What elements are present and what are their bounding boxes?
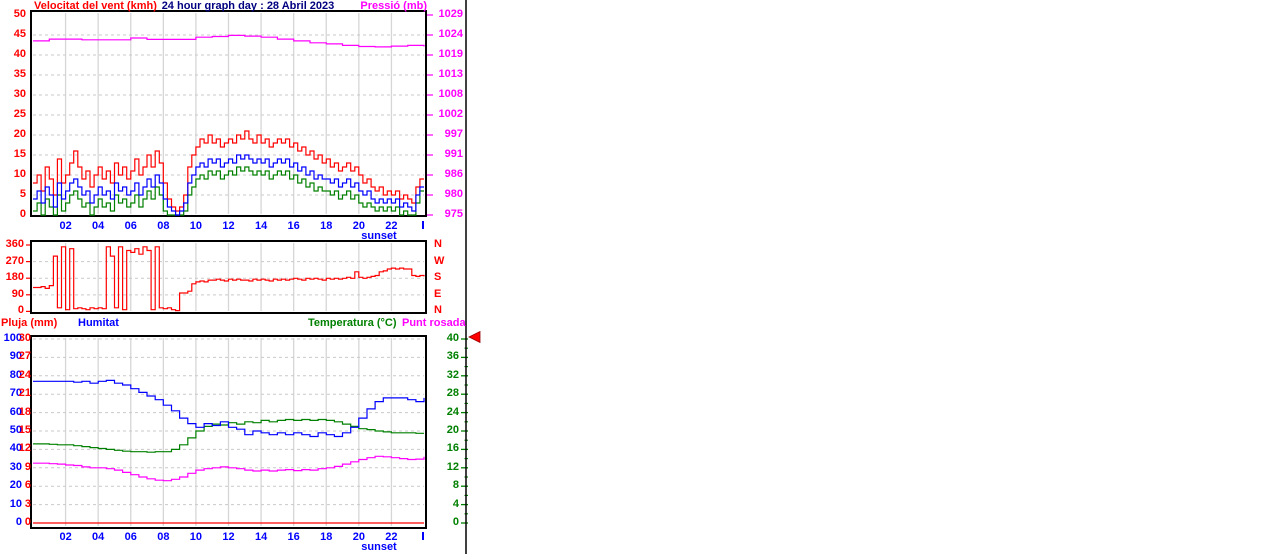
temperature-axis-tick: 8 bbox=[452, 479, 459, 492]
direction-axis-tick: 180 bbox=[5, 271, 24, 284]
pressure-axis-tick: 1019 bbox=[438, 48, 463, 60]
wind-axis-tick: 30 bbox=[13, 88, 26, 100]
hour-label: 14 bbox=[254, 220, 268, 232]
hour-label: 12 bbox=[222, 220, 235, 232]
wind-axis-tick: 35 bbox=[13, 68, 26, 80]
rain-axis-tick: 27 bbox=[18, 350, 31, 363]
temperature-axis-tick: 36 bbox=[446, 350, 459, 363]
pressure-axis-tick: 975 bbox=[444, 208, 463, 220]
temperature-axis-tick: 40 bbox=[446, 332, 459, 344]
temperature-axis-tick: 28 bbox=[446, 387, 459, 400]
wind-axis-tick: 15 bbox=[13, 148, 26, 160]
hour-label: 02 bbox=[59, 220, 72, 232]
rain-legend-label: Pluja (mm) bbox=[1, 317, 58, 329]
rain-axis-tick: 18 bbox=[18, 405, 31, 418]
weather-station-graph-window: Velocitat del vent (kmh) 24 hour graph d… bbox=[0, 0, 1280, 554]
hour-label: 18 bbox=[320, 220, 333, 232]
direction-axis-tick: 0 bbox=[17, 304, 24, 317]
direction-axis-tick: 270 bbox=[5, 254, 24, 267]
pressure-axis-title: Pressió (mb) bbox=[360, 0, 427, 12]
rain-axis-tick: 30 bbox=[18, 332, 31, 344]
hour-label: 10 bbox=[189, 220, 203, 232]
current-time-tick bbox=[422, 532, 424, 540]
temperature-axis-tick: 24 bbox=[446, 405, 459, 418]
wind-axis-tick: 40 bbox=[13, 48, 26, 60]
hour-label: 16 bbox=[287, 531, 300, 543]
hour-label: 08 bbox=[157, 220, 170, 232]
hour-label: 06 bbox=[124, 220, 137, 232]
current-value-marker-icon bbox=[468, 330, 481, 344]
pressure-axis-tick: 1029 bbox=[438, 8, 463, 20]
sunset-label: sunset bbox=[361, 541, 397, 553]
wind-axis-tick: 0 bbox=[19, 208, 26, 220]
wind-axis-tick: 10 bbox=[13, 168, 26, 180]
temperature-axis-tick: 32 bbox=[446, 368, 459, 381]
compass-label: N bbox=[434, 304, 442, 317]
temperature-axis-tick: 20 bbox=[446, 424, 459, 436]
direction-axis-tick: 360 bbox=[5, 238, 24, 250]
hour-label: 08 bbox=[157, 531, 170, 543]
rain-axis-tick: 9 bbox=[24, 460, 31, 473]
hour-label: 04 bbox=[92, 220, 105, 232]
pressure-axis-tick: 980 bbox=[444, 188, 463, 200]
pressure-axis-tick: 1013 bbox=[438, 68, 463, 80]
compass-label: N bbox=[434, 238, 442, 250]
charts-canvas bbox=[26, 0, 481, 554]
pressure-axis-tick: 1024 bbox=[438, 28, 463, 40]
pressure-axis-tick: 997 bbox=[444, 128, 463, 140]
hour-label: 02 bbox=[59, 531, 72, 543]
sunset-label: sunset bbox=[361, 230, 397, 242]
pressure-axis-tick: 991 bbox=[444, 148, 463, 160]
wind-axis-tick: 20 bbox=[13, 128, 26, 140]
rain-axis-tick: 12 bbox=[18, 442, 31, 455]
temperature-axis-tick: 12 bbox=[446, 460, 459, 473]
rain-axis-tick: 0 bbox=[24, 516, 31, 528]
hour-label: 06 bbox=[124, 531, 137, 543]
hour-label: 10 bbox=[189, 531, 203, 543]
current-time-tick bbox=[422, 221, 424, 229]
compass-label: W bbox=[434, 254, 445, 267]
temperature-axis-tick: 4 bbox=[452, 497, 459, 510]
wind-axis-tick: 25 bbox=[13, 108, 26, 120]
hour-label: 16 bbox=[287, 220, 300, 232]
dewpoint-legend-label: Punt rosada bbox=[402, 317, 466, 329]
wind-axis-tick: 50 bbox=[13, 8, 26, 20]
wind-axis-tick: 45 bbox=[13, 28, 26, 40]
hour-label: 18 bbox=[320, 531, 333, 543]
rain-axis-tick: 21 bbox=[18, 387, 31, 400]
rain-axis-tick: 15 bbox=[18, 424, 31, 436]
humidity-legend-label: Humitat bbox=[78, 317, 119, 329]
rain-axis-tick: 24 bbox=[18, 368, 31, 381]
temperature-axis-tick: 0 bbox=[452, 516, 459, 528]
pressure-axis-tick: 1002 bbox=[438, 108, 463, 120]
rain-axis-tick: 3 bbox=[24, 497, 31, 510]
pressure-axis-tick: 1008 bbox=[438, 88, 463, 100]
hour-label: 14 bbox=[254, 531, 268, 543]
temperature-legend-label: Temperatura (°C) bbox=[308, 317, 397, 329]
pressure-axis-tick: 986 bbox=[444, 168, 463, 180]
direction-axis-tick: 90 bbox=[11, 287, 24, 300]
compass-label: E bbox=[434, 287, 442, 300]
rain-axis-tick: 6 bbox=[24, 479, 31, 492]
hour-label: 12 bbox=[222, 531, 235, 543]
wind-axis-tick: 5 bbox=[19, 188, 26, 200]
compass-label: S bbox=[434, 271, 442, 284]
temperature-axis-tick: 16 bbox=[446, 442, 459, 455]
hour-label: 04 bbox=[92, 531, 105, 543]
